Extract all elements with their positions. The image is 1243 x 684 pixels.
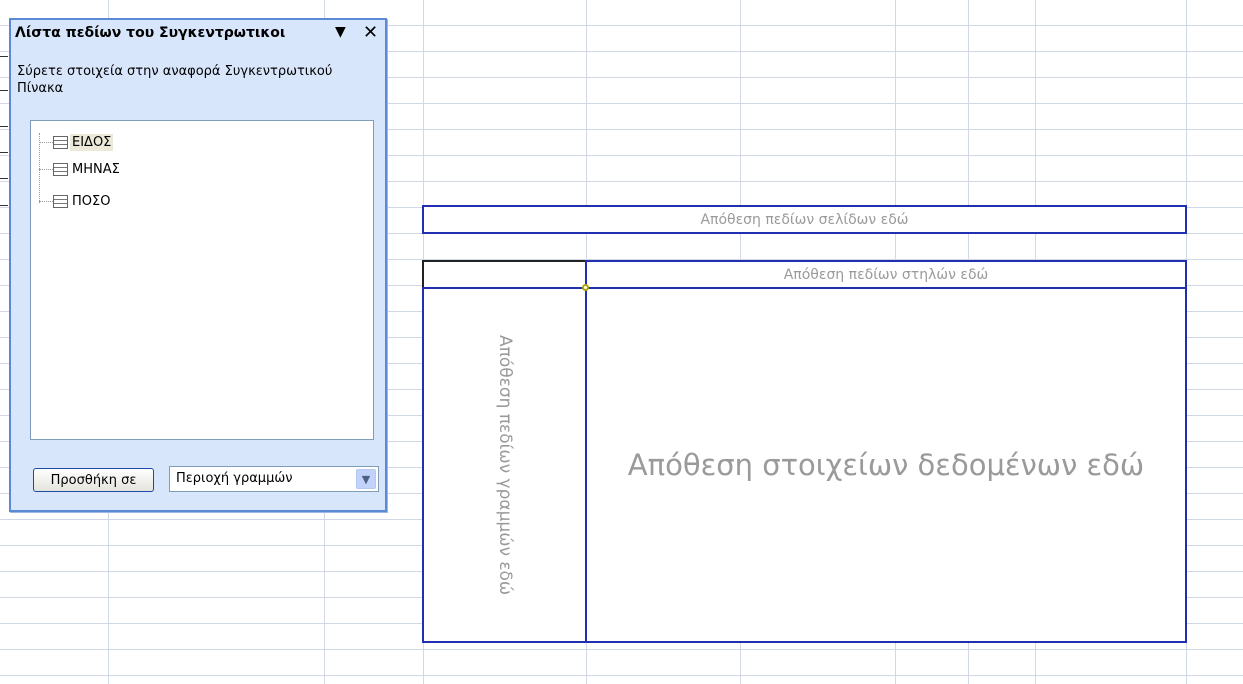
field-icon [53, 135, 68, 149]
field-label: ΠΟΣΟ [72, 193, 111, 209]
field-icon [53, 194, 68, 208]
field-item-minas[interactable]: ΜΗΝΑΣ [39, 159, 122, 179]
field-label: ΕΙΔΟΣ [70, 133, 114, 151]
area-select-value: Περιοχή γραμμών [176, 471, 293, 486]
row-tick [0, 152, 8, 153]
area-select[interactable]: Περιοχή γραμμών ▼ [169, 466, 379, 492]
pane-menu-dropdown-icon[interactable]: ▼ [335, 24, 346, 40]
row-tick [0, 126, 8, 127]
row-fields-hint: Απόθεση πεδίων γραμμών εδώ [495, 334, 515, 596]
field-icon [53, 162, 68, 176]
column-fields-hint: Απόθεση πεδίων στηλών εδώ [783, 266, 989, 283]
row-tick [0, 90, 8, 91]
field-label: ΜΗΝΑΣ [72, 161, 120, 177]
row-tick [0, 205, 8, 206]
tree-connector [39, 133, 40, 203]
field-item-eidos[interactable]: ΕΙΔΟΣ [39, 132, 114, 152]
pane-title: Λίστα πεδίων του Συγκεντρωτικοι [15, 25, 286, 41]
close-icon[interactable]: ✕ [363, 22, 378, 43]
data-items-hint: Απόθεση στοιχείων δεδομένων εδώ [627, 448, 1145, 482]
add-to-button[interactable]: Προσθήκη σε [33, 468, 154, 492]
pivot-field-list-pane: Λίστα πεδίων του Συγκεντρωτικοι ▼ ✕ Σύρε… [9, 18, 387, 512]
active-cell[interactable] [422, 260, 587, 289]
chevron-down-icon[interactable]: ▼ [356, 469, 376, 489]
row-tick [0, 178, 8, 179]
pane-title-bar[interactable]: Λίστα πεδίων του Συγκεντρωτικοι ▼ ✕ [11, 20, 385, 48]
column-fields-drop-area[interactable]: Απόθεση πεδίων στηλών εδώ [585, 260, 1187, 289]
field-list[interactable]: ΕΙΔΟΣ ΜΗΝΑΣ ΠΟΣΟ [30, 120, 374, 440]
page-fields-hint: Απόθεση πεδίων σελίδων εδώ [700, 211, 909, 228]
fill-handle[interactable] [582, 284, 589, 291]
row-tick [0, 56, 8, 57]
field-item-poso[interactable]: ΠΟΣΟ [39, 191, 112, 211]
row-fields-drop-area[interactable]: Απόθεση πεδίων γραμμών εδώ [422, 287, 588, 643]
data-items-drop-area[interactable]: Απόθεση στοιχείων δεδομένων εδώ [585, 287, 1187, 643]
page-fields-drop-area[interactable]: Απόθεση πεδίων σελίδων εδώ [422, 205, 1187, 234]
pane-instructions: Σύρετε στοιχεία στην αναφορά Συγκεντρωτι… [17, 64, 333, 96]
